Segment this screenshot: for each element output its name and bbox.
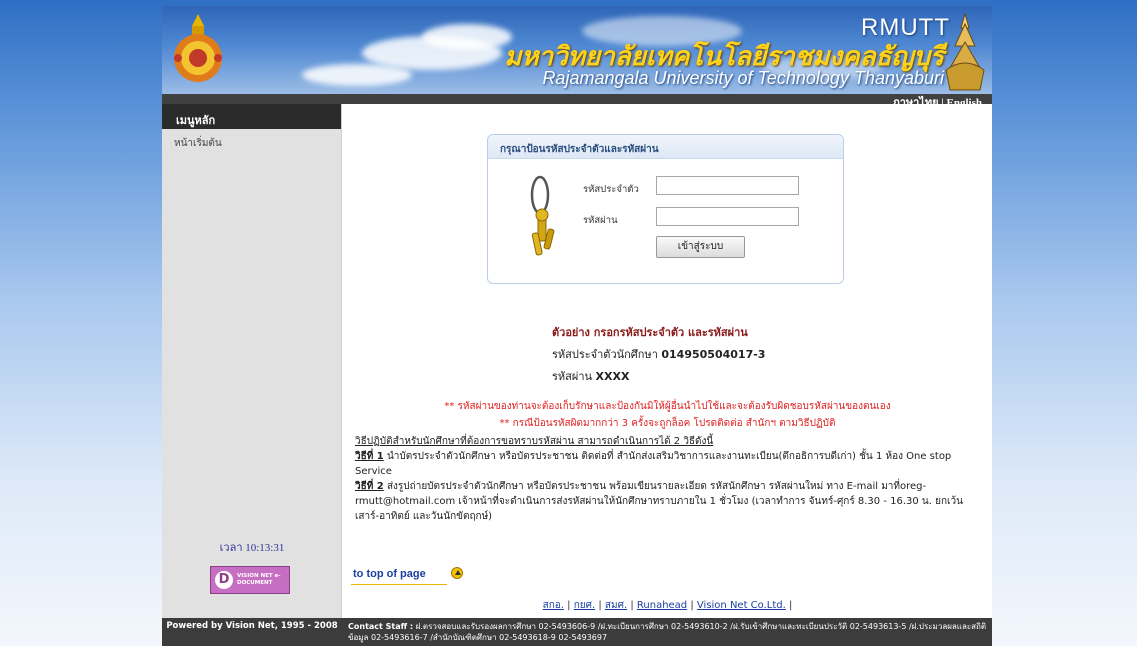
footer-link-ohec[interactable]: สกอ. — [543, 600, 564, 611]
footer-link-runahead[interactable]: Runahead — [637, 600, 687, 611]
method2-text: ส่งรูปถ่ายบัตรประจำตัวนักศึกษา หรือบัตรป… — [355, 481, 963, 522]
footer-separator: | — [630, 600, 634, 611]
powered-by: Powered by Vision Net, 1995 - 2008 — [166, 621, 338, 631]
vision-net-logo-text: VISION NET e-DOCUMENT — [237, 573, 281, 586]
footer-separator: | — [598, 600, 602, 611]
bottom-bar: Powered by Vision Net, 1995 - 2008 Conta… — [162, 618, 992, 646]
university-english-name: Rajamangala University of Technology Tha… — [542, 68, 944, 88]
clock-display: เวลา 10:13:31 — [219, 542, 285, 554]
password-input[interactable] — [656, 207, 799, 226]
sidebar-item-home[interactable]: หน้าเริ่มต้น — [162, 129, 341, 151]
footer-links: สกอ. | กยศ. | สมศ. | Runahead | Vision N… — [343, 598, 992, 613]
method2-label: วิธีที่ 2 — [355, 481, 384, 492]
vision-net-d-icon: D — [215, 571, 233, 589]
example-id-prefix: รหัสประจำตัวนักศึกษา — [552, 348, 658, 361]
contact-text: ฝ.ตรวจสอบและรับรองผลการศึกษา 02-5493606-… — [348, 622, 987, 642]
footer-separator: | — [690, 600, 694, 611]
footer-link-slf[interactable]: กยศ. — [574, 600, 595, 611]
language-bar — [162, 94, 992, 104]
example-title: ตัวอย่าง กรอกรหัสประจำตัว และรหัสผ่าน — [552, 326, 748, 339]
example-password-value: XXXX — [595, 370, 630, 383]
arrow-up-icon[interactable] — [451, 567, 463, 579]
student-id-label: รหัสประจำตัว — [583, 184, 639, 195]
student-id-input[interactable] — [656, 176, 799, 195]
header-banner: RMUTT มหาวิทยาลัยเทคโนโลยีราชมงคลธัญบุรี… — [162, 6, 992, 94]
method1-text: นำบัตรประจำตัวนักศึกษา หรือบัตรประชาชน ต… — [355, 451, 952, 477]
warning-lockout: ** กรณีป้อนรหัสผิดมากกว่า 3 ครั้งจะถูกล็… — [499, 418, 836, 429]
to-top-underline — [351, 584, 447, 585]
page-frame: RMUTT มหาวิทยาลัยเทคโนโลยีราชมงคลธัญบุรี… — [162, 6, 992, 646]
footer-separator: | — [789, 600, 793, 611]
royal-emblem-icon — [945, 12, 985, 91]
footer-link-onesqa[interactable]: สมศ. — [605, 600, 627, 611]
keys-icon — [530, 175, 555, 256]
example-password-prefix: รหัสผ่าน — [552, 370, 593, 383]
example-password-line: รหัสผ่าน XXXX — [552, 366, 765, 388]
footer-link-visionnet[interactable]: Vision Net Co.Ltd. — [697, 600, 786, 611]
password-label: รหัสผ่าน — [583, 215, 618, 226]
howto-heading: วิธีปฏิบัติสำหรับนักศึกษาที่ต้องการขอทรา… — [355, 436, 714, 447]
login-title: กรุณาป้อนรหัสประจำตัวและรหัสผ่าน — [488, 135, 843, 159]
menu-header: เมนูหลัก — [162, 104, 341, 129]
main-content: กรุณาป้อนรหัสประจำตัวและรหัสผ่าน รหัสประ… — [343, 104, 992, 618]
contact-label: Contact Staff : — [348, 622, 414, 631]
login-button[interactable]: เข้าสู่ระบบ — [656, 236, 745, 258]
example-id-line: รหัสประจำตัวนักศึกษา 014950504017-3 — [552, 344, 765, 366]
warning-keep-password: ** รหัสผ่านของท่านจะต้องเก็บรักษาและป้อง… — [444, 401, 891, 412]
contact-staff: Contact Staff : ฝ.ตรวจสอบและรับรองผลการศ… — [348, 621, 988, 643]
sidebar: เมนูหลัก หน้าเริ่มต้น เวลา 10:13:31 D VI… — [162, 104, 342, 618]
login-example: ตัวอย่าง กรอกรหัสประจำตัว และรหัสผ่าน รห… — [552, 322, 765, 388]
password-recovery-instructions: วิธีปฏิบัติสำหรับนักศึกษาที่ต้องการขอทรา… — [355, 434, 985, 524]
example-id-value: 014950504017-3 — [661, 348, 766, 361]
to-top-link[interactable]: to top of page — [353, 568, 426, 580]
university-seal-icon — [174, 14, 222, 82]
footer-separator: | — [567, 600, 571, 611]
howto-method-1: วิธีที่ 1 นำบัตรประจำตัวนักศึกษา หรือบัต… — [355, 449, 985, 479]
login-panel: กรุณาป้อนรหัสประจำตัวและรหัสผ่าน รหัสประ… — [487, 134, 844, 284]
vision-net-logo[interactable]: D VISION NET e-DOCUMENT — [210, 566, 290, 594]
method1-label: วิธีที่ 1 — [355, 451, 384, 462]
howto-method-2: วิธีที่ 2 ส่งรูปถ่ายบัตรประจำตัวนักศึกษา… — [355, 479, 985, 524]
